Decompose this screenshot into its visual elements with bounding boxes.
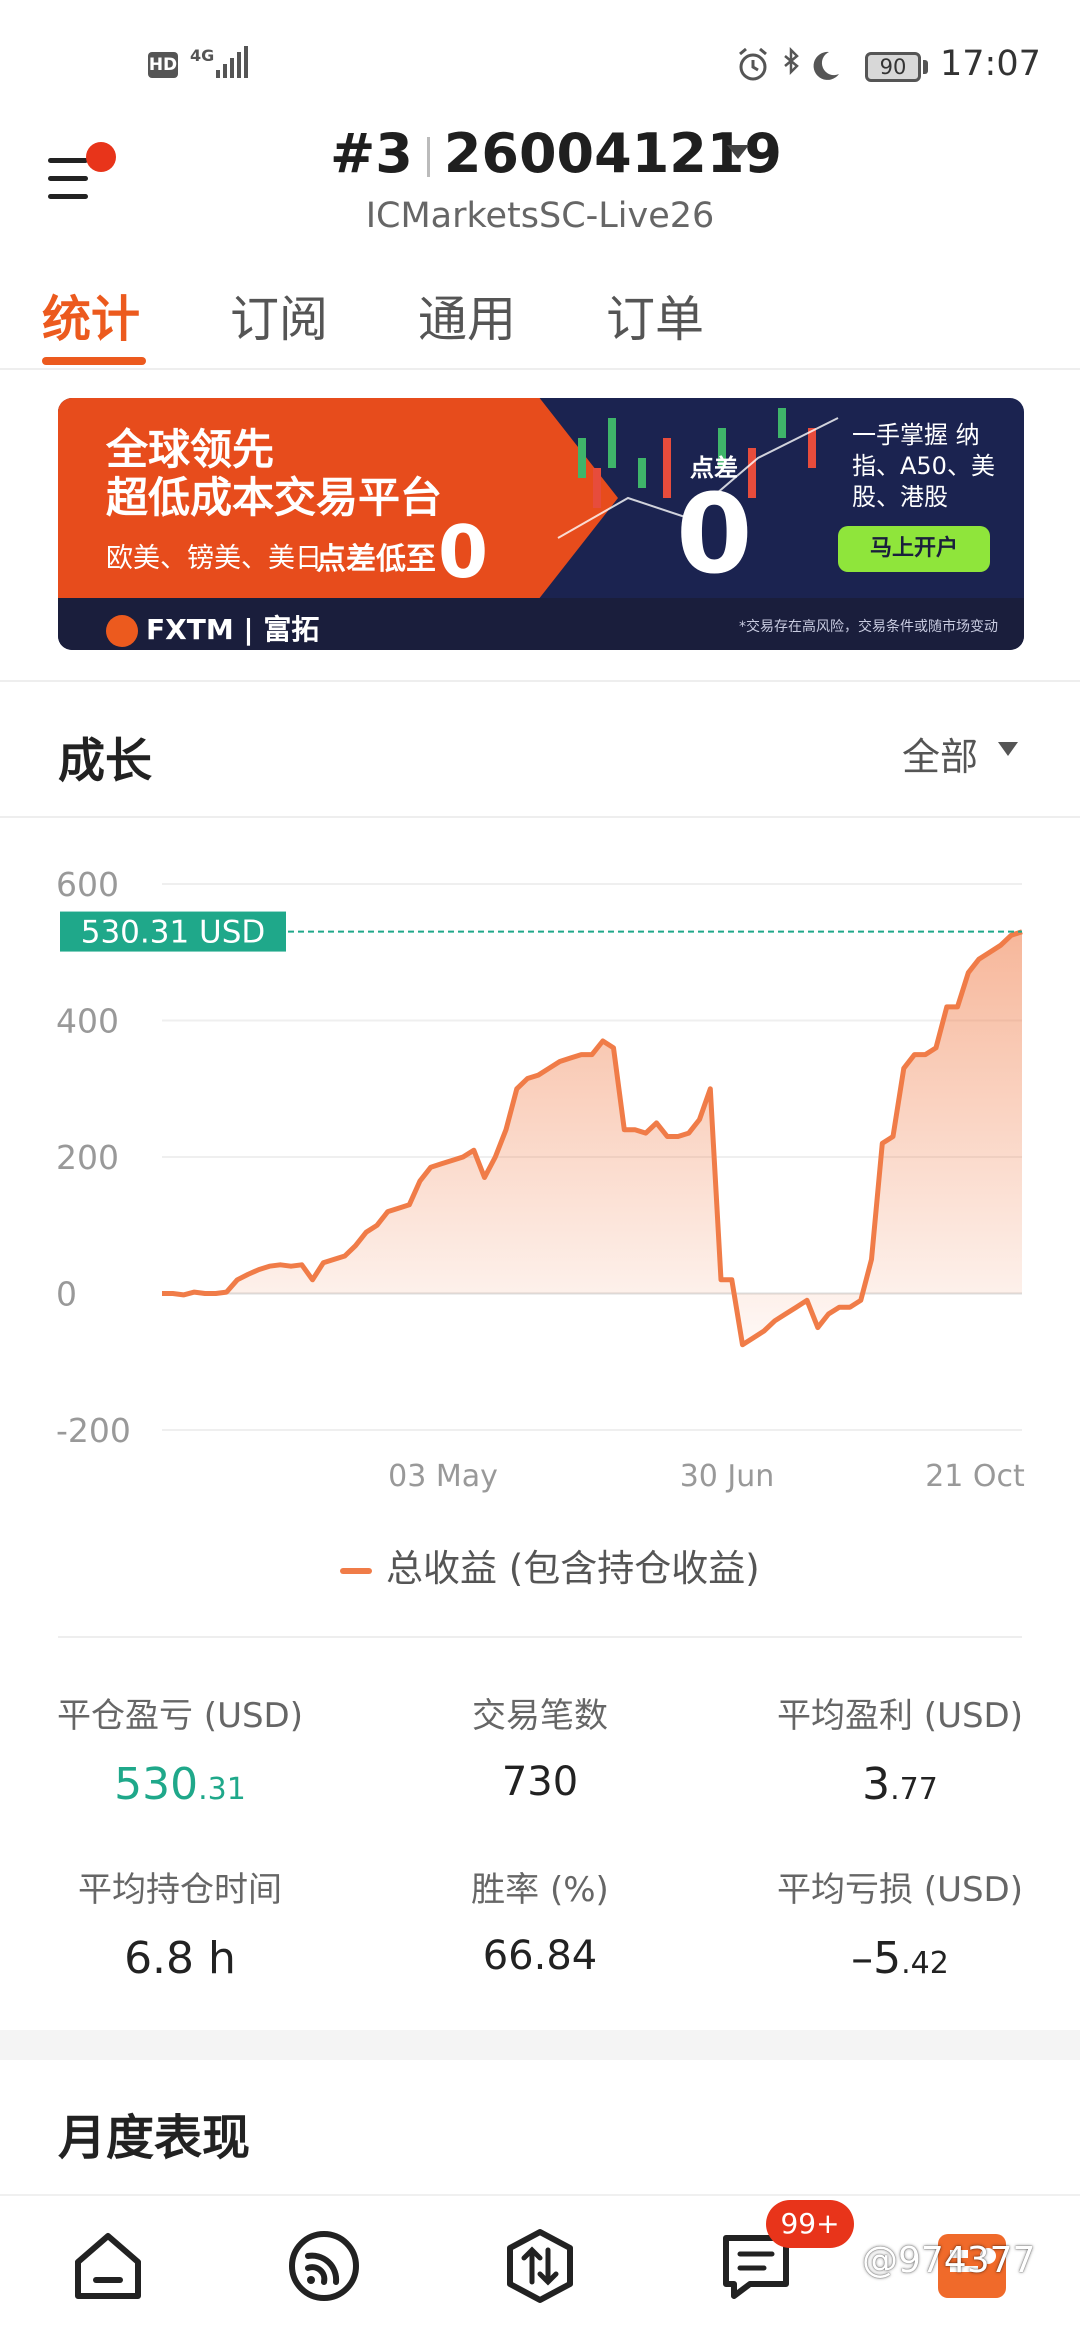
status-icons xyxy=(739,46,839,81)
stat-label: 平均亏损 (USD) xyxy=(777,1870,1023,1910)
stat-value: 6.8 h xyxy=(0,1933,360,1984)
chart-legend: 总收益 (包含持仓收益) xyxy=(340,1538,760,1592)
bluetooth-icon xyxy=(784,46,799,76)
x-tick-label: 03 May xyxy=(388,1459,498,1494)
section-divider xyxy=(58,1636,1022,1638)
menu-icon xyxy=(48,158,88,163)
hd-indicator: HD xyxy=(148,52,178,78)
trade-icon[interactable] xyxy=(500,2226,580,2306)
legend-swatch xyxy=(340,1567,372,1574)
y-tick-label: -200 xyxy=(56,1411,131,1450)
tab-subscribe[interactable]: 订阅 xyxy=(230,280,328,351)
stat-label: 平仓盈亏 (USD) xyxy=(57,1696,303,1736)
banner-headline-2: 超低成本交易平台 xyxy=(106,473,443,522)
x-tick-label: 21 Oct xyxy=(925,1459,1025,1494)
section-divider xyxy=(0,680,1080,682)
chevron-down-icon[interactable] xyxy=(996,740,1020,758)
notification-dot xyxy=(86,142,116,172)
banner-zero: 0 xyxy=(438,510,489,594)
stat-value-int: 730 xyxy=(501,1759,579,1805)
stat-value-int: 3 xyxy=(862,1759,891,1810)
menu-icon-bar xyxy=(48,176,88,181)
stat-value-dec: .42 xyxy=(901,1946,949,1981)
battery-icon: 90 xyxy=(865,52,921,82)
monthly-performance-title: 月度表现 xyxy=(58,2110,251,2166)
stat-value-dec: .31 xyxy=(198,1772,246,1807)
legend-label: 总收益 (包含持仓收益) xyxy=(386,1547,760,1590)
stat-value: 3.77 xyxy=(720,1759,1080,1810)
stat-value-int: –5 xyxy=(851,1933,902,1984)
y-tick-label: 0 xyxy=(56,1275,77,1314)
moon-icon xyxy=(813,51,839,80)
stat-avg-hold-time: 平均持仓时间 6.8 h xyxy=(0,1862,360,1984)
home-icon[interactable] xyxy=(68,2226,148,2306)
section-divider xyxy=(0,816,1080,818)
current-value-label: 530.31 USD xyxy=(81,915,266,951)
tab-orders[interactable]: 订单 xyxy=(606,280,704,351)
fxtm-logo: FXTM | 富拓 xyxy=(106,608,319,648)
banner-spread-zero: 0 xyxy=(676,470,753,598)
server-name: ICMarketsSC-Live26 xyxy=(365,196,715,236)
stat-value-int: 6.8 h xyxy=(124,1933,236,1984)
alarm-icon xyxy=(739,47,767,81)
stat-value-int: 530 xyxy=(114,1759,199,1810)
growth-title: 成长 xyxy=(58,734,152,789)
battery-tip xyxy=(923,60,928,74)
growth-chart: 600 400 200 0 -200 03 May 30 Jun 21 Oct 530.31 U… xyxy=(56,865,1025,1494)
banner-right-text: 一手掌握 纳指、A50、美股、港股 xyxy=(852,421,995,511)
range-filter[interactable]: 全部 xyxy=(902,726,978,781)
x-tick-label: 30 Jun xyxy=(680,1459,775,1494)
notification-badge: 99+ xyxy=(766,2200,854,2248)
y-tick-label: 200 xyxy=(56,1138,119,1177)
menu-icon-bar xyxy=(48,194,88,199)
banner-spread-text: 点差低至 xyxy=(316,542,436,577)
fxtm-logo-icon xyxy=(106,615,138,647)
active-tab-indicator xyxy=(42,357,146,365)
status-bar: HD 4G 90 17:07 xyxy=(0,0,1080,130)
stat-value: 730 xyxy=(360,1759,720,1805)
tab-general[interactable]: 通用 xyxy=(418,280,516,351)
banner-disclaimer: *交易存在高风险，交易条件或随市场变动 xyxy=(739,619,998,635)
y-tick-label: 600 xyxy=(56,865,119,904)
open-account-button[interactable]: 马上开户 xyxy=(838,526,990,572)
y-tick-label: 400 xyxy=(56,1002,119,1041)
stat-value: 66.84 xyxy=(360,1933,720,1979)
stat-avg-loss: 平均亏损 (USD) –5.42 xyxy=(720,1862,1080,1984)
stat-label: 交易笔数 xyxy=(472,1696,608,1736)
stat-value-dec: .77 xyxy=(890,1772,938,1807)
stat-trade-count: 交易笔数 730 xyxy=(360,1688,720,1805)
account-rank: #3 xyxy=(330,122,413,185)
stat-label: 胜率 (%) xyxy=(471,1870,609,1910)
network-type: 4G xyxy=(190,46,215,65)
stat-label: 平均持仓时间 xyxy=(78,1870,282,1910)
clock: 17:07 xyxy=(940,44,1041,84)
account-selector[interactable]: #3 260041219 xyxy=(330,122,782,188)
stat-value: 530.31 xyxy=(0,1759,360,1810)
title-separator xyxy=(426,137,430,178)
stat-win-rate: 胜率 (%) 66.84 xyxy=(360,1862,720,1979)
fxtm-brand-text: FXTM | 富拓 xyxy=(146,613,320,646)
banner-pairs: 欧美、镑美、美日 xyxy=(106,543,322,574)
stat-closed-pnl: 平仓盈亏 (USD) 530.31 xyxy=(0,1688,360,1810)
signal-icon[interactable] xyxy=(284,2226,364,2306)
signal-strength-icon xyxy=(216,46,248,78)
watermark: @974377 xyxy=(862,2240,1036,2281)
stat-value-int: 66.84 xyxy=(482,1933,598,1979)
stat-avg-profit: 平均盈利 (USD) 3.77 xyxy=(720,1688,1080,1810)
section-gap xyxy=(0,2030,1080,2060)
tab-stats[interactable]: 统计 xyxy=(42,280,140,351)
ad-banner[interactable]: 全球领先 超低成本交易平台 欧美、镑美、美日 点差低至 0 点差 0 一手掌握 … xyxy=(58,398,1024,650)
stat-value: –5.42 xyxy=(720,1933,1080,1984)
stat-label: 平均盈利 (USD) xyxy=(777,1696,1023,1736)
tab-bar: 统计 订阅 通用 订单 xyxy=(0,270,1080,370)
chevron-down-icon[interactable] xyxy=(725,142,751,162)
